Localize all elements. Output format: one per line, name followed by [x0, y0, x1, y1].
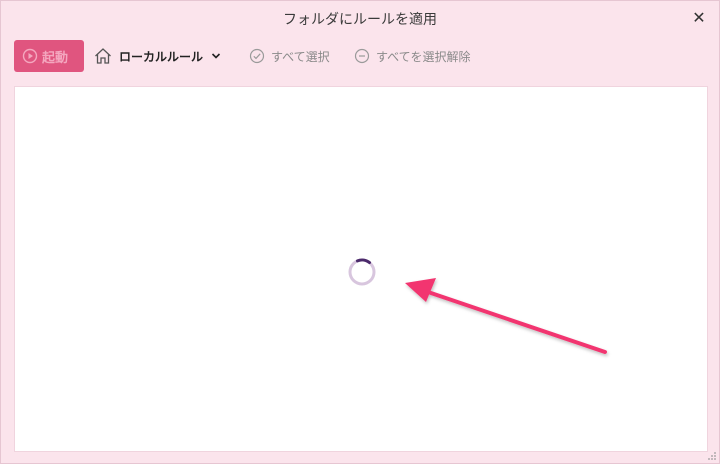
- title-bar: フォルダにルールを適用 ✕: [1, 1, 719, 35]
- rule-scope-label: ローカルルール: [119, 49, 204, 64]
- deselect-all-button[interactable]: すべてを選択解除: [354, 44, 470, 68]
- rule-scope-dropdown[interactable]: ローカルルール: [93, 44, 221, 68]
- close-button[interactable]: ✕: [689, 7, 709, 27]
- start-button[interactable]: 起動: [14, 40, 84, 72]
- start-button-label: 起動: [42, 50, 69, 66]
- select-all-label: すべて選択: [271, 49, 330, 64]
- chevron-down-icon: [211, 53, 221, 59]
- minus-circle-icon: [354, 48, 370, 64]
- toolbar: 起動 ローカルルール すべて選択 すべてを選択解除: [1, 37, 719, 75]
- folder-list-panel: [14, 86, 708, 452]
- select-all-button[interactable]: すべて選択: [249, 44, 330, 68]
- check-circle-icon: [249, 48, 265, 64]
- loading-spinner-icon: [348, 258, 376, 286]
- close-icon: ✕: [692, 7, 706, 27]
- deselect-all-label: すべてを選択解除: [376, 49, 471, 64]
- window-title: フォルダにルールを適用: [283, 12, 437, 28]
- resize-grip-icon[interactable]: [707, 451, 717, 461]
- play-circle-icon: [22, 48, 38, 64]
- apply-rules-window: フォルダにルールを適用 ✕ 起動 ローカルルール すべて選択 すべてを選択解除: [0, 0, 720, 464]
- home-icon: [95, 48, 111, 64]
